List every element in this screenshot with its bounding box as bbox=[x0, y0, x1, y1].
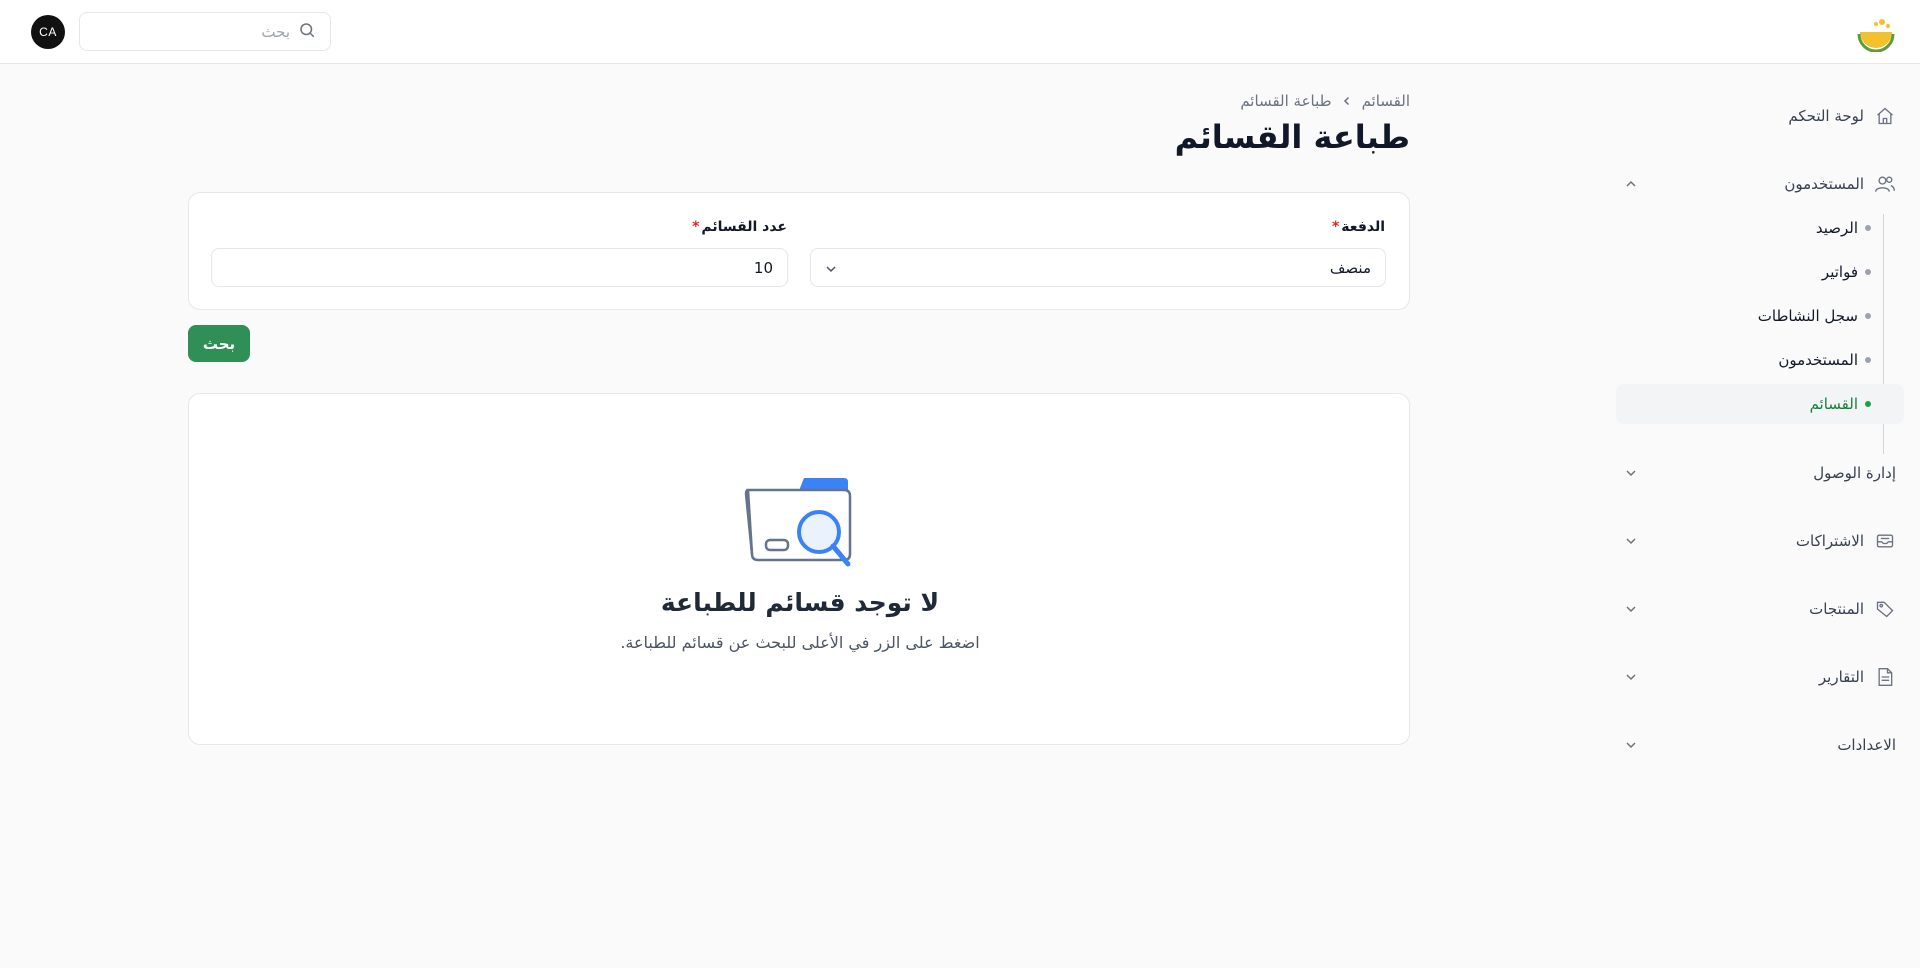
bullet-dot bbox=[1865, 313, 1871, 319]
sidebar-item-access-management[interactable]: إدارة الوصول bbox=[1624, 453, 1896, 493]
breadcrumb: القسائم طباعة القسائم bbox=[1240, 92, 1410, 110]
chevron-down-icon bbox=[1624, 738, 1638, 752]
chevron-down-icon bbox=[1624, 670, 1638, 684]
empty-state-subtitle: اضغط على الزر في الأعلى للبحث عن قسائم ل… bbox=[620, 633, 980, 652]
sidebar-subitem-label: الرصيد bbox=[1815, 219, 1858, 237]
empty-state-card: لا توجد قسائم للطباعة اضغط على الزر في ا… bbox=[188, 393, 1410, 745]
breadcrumb-current: طباعة القسائم bbox=[1240, 92, 1332, 110]
bullet-dot bbox=[1865, 225, 1871, 231]
count-field-label: عدد القسائم* bbox=[692, 219, 787, 235]
top-bar: CA bbox=[0, 0, 1920, 64]
count-input-value: 10 bbox=[753, 258, 773, 277]
sidebar-item-products[interactable]: المنتجات bbox=[1624, 589, 1896, 629]
breadcrumb-parent-link[interactable]: القسائم bbox=[1362, 92, 1410, 110]
sidebar-subitem-invoices[interactable]: فواتير bbox=[1616, 252, 1904, 292]
sidebar-item-label: المنتجات bbox=[1809, 600, 1864, 618]
sidebar-item-dashboard[interactable]: لوحة التحكم bbox=[1624, 96, 1896, 136]
chevron-down-icon bbox=[1624, 466, 1638, 480]
chevron-up-icon bbox=[1624, 177, 1638, 191]
bullet-dot bbox=[1865, 401, 1871, 407]
sidebar-subitem-activity-log[interactable]: سجل النشاطات bbox=[1616, 296, 1904, 336]
sidebar-item-label: الاشتراكات bbox=[1795, 532, 1864, 550]
search-icon bbox=[298, 21, 316, 43]
global-search[interactable] bbox=[79, 12, 331, 51]
chevron-down-icon bbox=[1624, 602, 1638, 616]
sidebar-subitem-label: فواتير bbox=[1821, 263, 1858, 281]
sidebar-item-label: لوحة التحكم bbox=[1788, 107, 1864, 125]
batch-select[interactable]: منصف bbox=[810, 248, 1386, 287]
page-title: طباعة القسائم bbox=[1174, 118, 1410, 156]
file-icon bbox=[1874, 666, 1896, 688]
sidebar-item-label: إدارة الوصول bbox=[1813, 464, 1896, 482]
folder-search-icon bbox=[744, 476, 856, 570]
bullet-dot bbox=[1865, 357, 1871, 363]
chevron-left-icon bbox=[1342, 92, 1352, 110]
sidebar-subitem-label: المستخدمون bbox=[1778, 351, 1858, 369]
required-mark: * bbox=[692, 219, 700, 235]
chevron-down-icon bbox=[825, 261, 837, 279]
batch-label-text: الدفعة bbox=[1341, 219, 1385, 235]
tag-icon bbox=[1874, 598, 1896, 620]
chevron-down-icon bbox=[1624, 534, 1638, 548]
batch-select-value: منصف bbox=[1329, 258, 1371, 277]
sidebar-subitem-label: القسائم bbox=[1809, 395, 1858, 413]
inbox-icon bbox=[1874, 530, 1896, 552]
count-label-text: عدد القسائم bbox=[701, 219, 787, 235]
sidebar-item-reports[interactable]: التقارير bbox=[1624, 657, 1896, 697]
sidebar-item-label: الاعدادات bbox=[1837, 736, 1896, 754]
sidebar-subitem-balance[interactable]: الرصيد bbox=[1616, 208, 1904, 248]
empty-state-title: لا توجد قسائم للطباعة bbox=[660, 588, 940, 617]
required-mark: * bbox=[1331, 219, 1340, 235]
count-input[interactable]: 10 bbox=[211, 248, 788, 287]
bullet-dot bbox=[1865, 269, 1871, 275]
sidebar-item-settings[interactable]: الاعدادات bbox=[1624, 725, 1896, 765]
sidebar-subitem-label: سجل النشاطات bbox=[1757, 307, 1858, 325]
sidebar-subitem-vouchers[interactable]: القسائم bbox=[1616, 384, 1904, 424]
batch-field-label: الدفعة* bbox=[1332, 219, 1385, 235]
search-input[interactable] bbox=[94, 22, 290, 41]
sidebar-item-subscriptions[interactable]: الاشتراكات bbox=[1624, 521, 1896, 561]
search-button[interactable]: بحث bbox=[188, 325, 250, 362]
sidebar-item-users[interactable]: المستخدمون bbox=[1624, 164, 1896, 204]
sidebar-item-label: التقارير bbox=[1818, 668, 1864, 686]
sidebar-subitem-users[interactable]: المستخدمون bbox=[1616, 340, 1904, 380]
user-avatar[interactable]: CA bbox=[31, 15, 65, 49]
sidebar: لوحة التحكم المستخدمون الرصيد فواتير سجل… bbox=[1600, 64, 1920, 968]
users-icon bbox=[1874, 173, 1896, 195]
sidebar-item-label: المستخدمون bbox=[1784, 175, 1864, 193]
filter-form-card: الدفعة* منصف عدد القسائم* 10 bbox=[188, 192, 1410, 310]
home-icon bbox=[1874, 105, 1896, 127]
brand-logo-icon[interactable] bbox=[1856, 14, 1896, 53]
